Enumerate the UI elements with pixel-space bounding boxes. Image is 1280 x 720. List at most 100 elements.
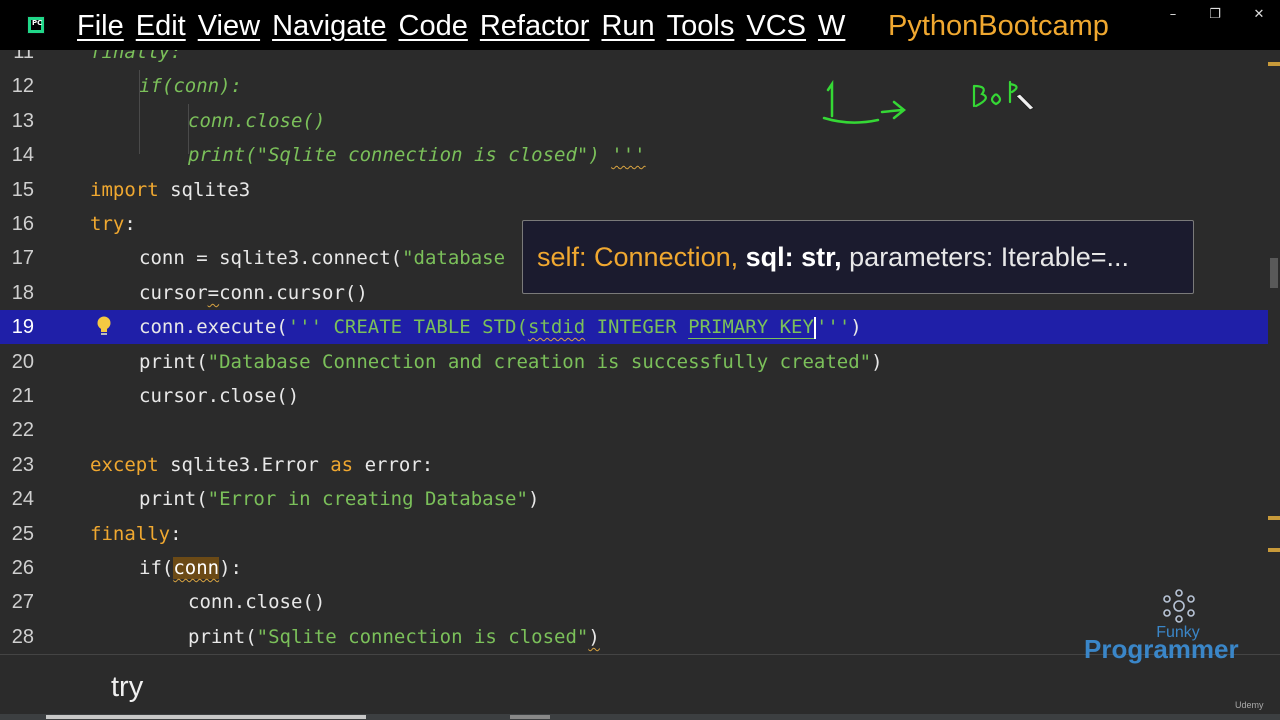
code-token: conn.close() <box>188 591 326 614</box>
code-text[interactable]: print("Error in creating Database") <box>139 482 539 516</box>
code-line[interactable]: 19 conn.execute(''' CREATE TABLE STD(stdi… <box>0 310 1268 345</box>
restore-icon[interactable]: ❐ <box>1208 8 1222 22</box>
line-number[interactable]: 27 <box>0 585 34 619</box>
close-icon[interactable]: ✕ <box>1252 8 1266 22</box>
scroll-warning-mark[interactable] <box>1268 548 1280 552</box>
code-token: sqlite3 <box>158 178 251 201</box>
line-number[interactable]: 22 <box>0 413 34 447</box>
code-line[interactable]: 15 import sqlite3 <box>0 173 1268 207</box>
indent-guide <box>188 104 189 154</box>
code-line[interactable]: 13 conn.close() <box>0 104 1268 138</box>
line-number[interactable]: 25 <box>0 517 34 551</box>
scroll-warning-mark[interactable] <box>1268 62 1280 66</box>
code-token: ) <box>871 350 883 373</box>
menu-item-vcs[interactable]: VCS <box>746 7 806 45</box>
code-token: print( <box>139 350 208 373</box>
line-number[interactable]: 24 <box>0 482 34 516</box>
code-line[interactable]: 20 print("Database Connection and creatio… <box>0 345 1268 379</box>
code-token: conn <box>173 557 220 579</box>
parameter-info-popup: self: Connection, sql: str, parameters: … <box>522 220 1194 294</box>
pen-annotation-drawing <box>822 79 1036 124</box>
code-text[interactable]: if(conn): <box>139 69 242 103</box>
lightbulb-icon[interactable] <box>96 315 112 337</box>
line-number[interactable]: 18 <box>0 276 34 310</box>
code-line[interactable]: 21 cursor.close() <box>0 379 1268 413</box>
scrollbar-thumb[interactable] <box>1270 258 1278 288</box>
code-text[interactable]: print("Sqlite connection is closed") ''' <box>188 138 646 172</box>
code-token: finally: <box>90 50 182 63</box>
code-text[interactable]: print("Database Connection and creation … <box>139 345 883 379</box>
code-text[interactable]: try: <box>90 207 136 241</box>
progress-segment <box>46 715 366 719</box>
code-line[interactable]: 14 print("Sqlite connection is closed") '… <box>0 138 1268 172</box>
code-editor[interactable]: 11 finally: 12 if(conn): 13 conn.close() 14 pri… <box>0 50 1268 654</box>
code-token: "Sqlite connection is closed" <box>256 625 589 648</box>
code-token: "database <box>402 247 506 270</box>
code-text[interactable]: conn.close() <box>188 104 325 138</box>
code-line[interactable]: 28 print("Sqlite connection is closed") <box>0 620 1268 654</box>
line-number[interactable]: 19 <box>0 310 34 344</box>
code-line[interactable]: 11 finally: <box>0 50 1268 69</box>
code-line[interactable]: 27 conn.close() <box>0 585 1268 619</box>
code-line[interactable]: 12 if(conn): <box>0 69 1268 103</box>
line-number[interactable]: 16 <box>0 207 34 241</box>
code-token: ) <box>527 488 540 511</box>
code-token: : <box>124 213 136 235</box>
progress-segment <box>510 715 550 719</box>
code-line[interactable]: 26 if(conn): <box>0 551 1268 585</box>
code-text[interactable]: cursor=conn.cursor() <box>139 276 368 310</box>
menu-item-refactor[interactable]: Refactor <box>480 7 590 45</box>
code-text[interactable]: conn.close() <box>188 585 325 619</box>
code-token: error: <box>353 453 434 476</box>
code-token: if( <box>139 557 174 579</box>
code-text[interactable]: except sqlite3.Error as error: <box>90 448 433 482</box>
code-text[interactable]: finally: <box>90 50 182 69</box>
line-number[interactable]: 28 <box>0 620 34 654</box>
code-text[interactable]: import sqlite3 <box>90 173 250 207</box>
line-number[interactable]: 12 <box>0 69 34 103</box>
param-before: self: Connection, <box>537 242 746 272</box>
line-number[interactable]: 17 <box>0 241 34 275</box>
menu-item-w[interactable]: W <box>818 7 845 45</box>
minimize-icon[interactable]: – <box>1166 8 1180 22</box>
project-name: PythonBootcamp <box>888 10 1109 42</box>
code-text[interactable]: conn.execute(''' CREATE TABLE STD(stdid … <box>139 310 862 344</box>
line-number[interactable]: 21 <box>0 379 34 413</box>
code-line[interactable]: 24 print("Error in creating Database") <box>0 482 1268 516</box>
menu-item-view[interactable]: View <box>198 7 260 45</box>
code-token: if(conn): <box>139 75 242 98</box>
code-token: finally <box>90 522 171 545</box>
line-number[interactable]: 13 <box>0 104 34 138</box>
scroll-warning-mark[interactable] <box>1268 516 1280 520</box>
menu-item-navigate[interactable]: Navigate <box>272 7 386 45</box>
menu-item-tools[interactable]: Tools <box>667 7 735 45</box>
code-text[interactable]: cursor.close() <box>139 379 299 413</box>
code-token: stdid <box>527 316 586 339</box>
code-token: print( <box>139 488 208 511</box>
code-line[interactable]: 25 finally: <box>0 517 1268 551</box>
menu-item-run[interactable]: Run <box>601 7 654 45</box>
line-number[interactable]: 14 <box>0 138 34 172</box>
code-text[interactable]: conn = sqlite3.connect("database <box>139 241 505 275</box>
line-number[interactable]: 20 <box>0 345 34 379</box>
line-number[interactable]: 23 <box>0 448 34 482</box>
code-token: cursor <box>139 281 208 304</box>
line-number[interactable]: 15 <box>0 173 34 207</box>
code-line[interactable]: 23 except sqlite3.Error as error: <box>0 448 1268 482</box>
main-menu: File Edit View Navigate Code Refactor Run Tools… <box>77 7 857 45</box>
code-text[interactable]: if(conn): <box>139 551 242 585</box>
code-token: = <box>207 281 220 304</box>
code-token: ) <box>588 625 600 648</box>
line-number[interactable]: 11 <box>0 50 34 69</box>
menu-item-code[interactable]: Code <box>399 7 468 45</box>
breadcrumb-item-try[interactable]: try <box>111 671 143 704</box>
menu-item-file[interactable]: File <box>77 7 124 45</box>
code-text[interactable]: finally: <box>90 517 182 551</box>
vertical-scrollbar[interactable] <box>1268 50 1280 654</box>
line-number[interactable]: 26 <box>0 551 34 585</box>
code-line[interactable]: 22 <box>0 413 1268 447</box>
code-token: "Database Connection and creation is suc… <box>207 350 872 373</box>
pycharm-app-icon[interactable]: PC <box>27 16 45 34</box>
code-text[interactable]: print("Sqlite connection is closed") <box>188 620 600 654</box>
menu-item-edit[interactable]: Edit <box>136 7 186 45</box>
